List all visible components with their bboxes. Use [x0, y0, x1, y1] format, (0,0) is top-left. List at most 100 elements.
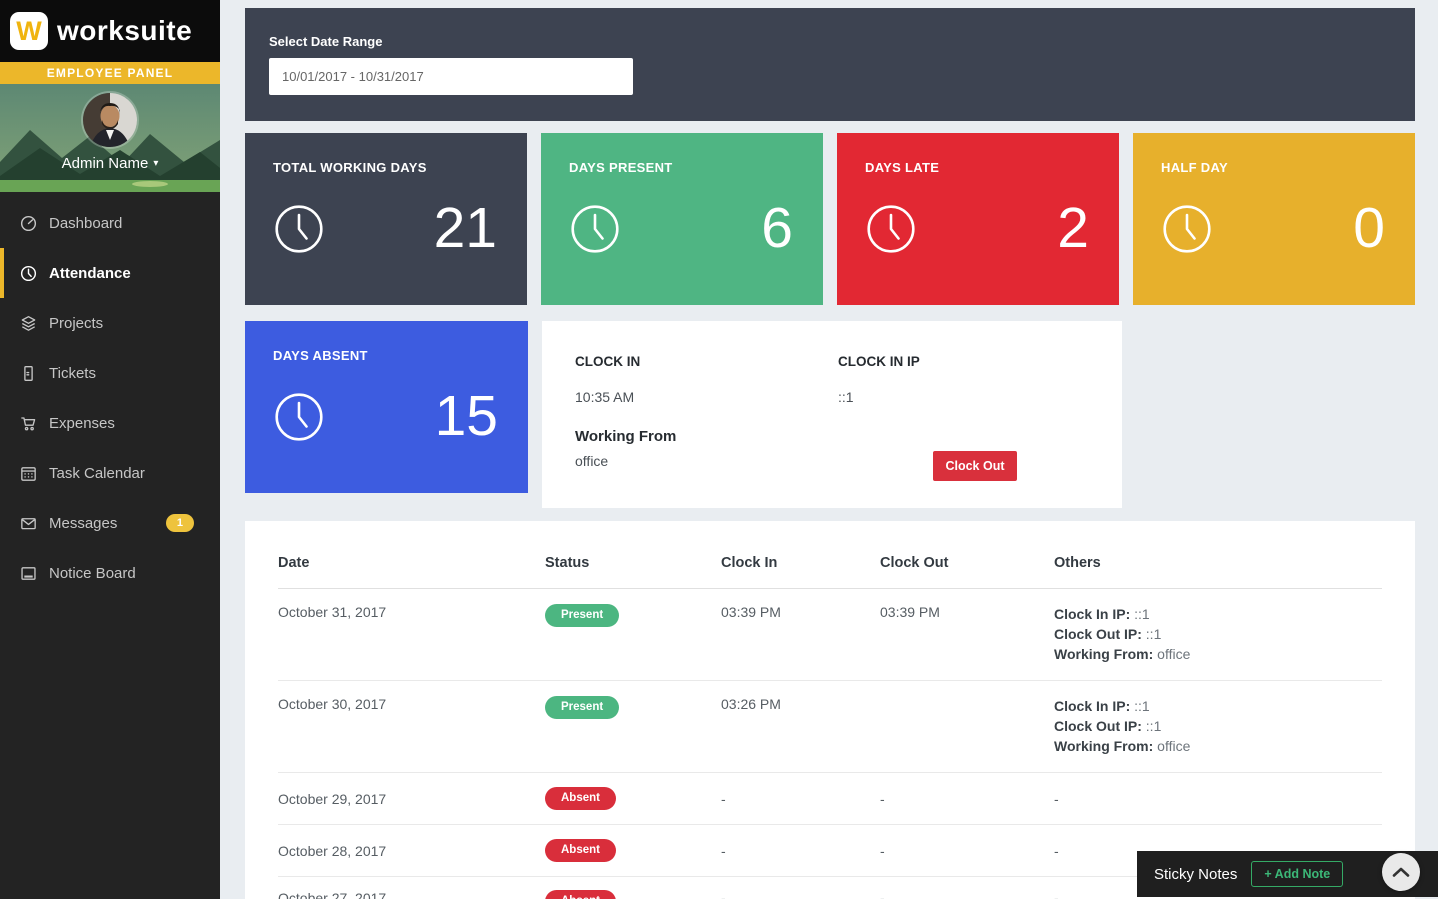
- clock-in-label: CLOCK IN: [575, 354, 640, 369]
- sidebar-item-label: Attendance: [49, 265, 131, 282]
- cell-clock-out: 03:39 PM: [880, 604, 1054, 620]
- col-others: Others: [1054, 555, 1382, 571]
- profile-header: Admin Name ▾: [0, 84, 220, 192]
- stat-value: 0: [1353, 200, 1385, 257]
- brand-name: worksuite: [57, 15, 192, 47]
- status-badge: Absent: [545, 787, 616, 810]
- sidebar-item-label: Projects: [49, 315, 103, 332]
- cell-date: October 28, 2017: [278, 843, 545, 859]
- status-badge: Absent: [545, 890, 616, 899]
- cell-date: October 27, 2017: [278, 890, 545, 899]
- cell-clock-in: 03:39 PM: [721, 604, 880, 620]
- cell-clock-in: -: [721, 843, 880, 859]
- stat-card-half-day: HALF DAY 0: [1133, 133, 1415, 305]
- stat-card-total-working-days: TOTAL WORKING DAYS 21: [245, 133, 527, 305]
- stat-value: 6: [761, 200, 793, 257]
- status-badge: Present: [545, 604, 619, 627]
- messages-envelope-icon: [19, 514, 38, 533]
- sidebar-menu: Dashboard Attendance Projects Tickets Ex…: [0, 192, 220, 598]
- date-range-input[interactable]: [269, 58, 633, 95]
- sidebar-item-notice-board[interactable]: Notice Board: [0, 548, 220, 598]
- working-from-value: office: [575, 453, 608, 469]
- clock-icon: [1161, 203, 1213, 255]
- stat-card-days-present: DAYS PRESENT 6: [541, 133, 823, 305]
- sidebar-item-label: Dashboard: [49, 215, 122, 232]
- user-menu[interactable]: Admin Name ▾: [0, 155, 220, 172]
- sidebar-item-dashboard[interactable]: Dashboard: [0, 198, 220, 248]
- unread-count-badge: 1: [166, 514, 194, 532]
- sidebar-item-messages[interactable]: Messages 1: [0, 498, 220, 548]
- sidebar-item-projects[interactable]: Projects: [0, 298, 220, 348]
- table-row: October 30, 2017 Present 03:26 PM Clock …: [278, 681, 1382, 773]
- add-note-button[interactable]: + Add Note: [1251, 861, 1343, 887]
- stat-card-days-absent: DAYS ABSENT 15: [245, 321, 528, 493]
- clock-in-ip-label: CLOCK IN IP: [838, 354, 920, 369]
- table-header: Date Status Clock In Clock Out Others: [278, 521, 1382, 589]
- cell-others: -: [1054, 791, 1382, 807]
- clock-icon: [569, 203, 621, 255]
- second-row: DAYS ABSENT 15 CLOCK IN CLOCK IN IP 10:3…: [245, 321, 1415, 508]
- cell-others: Clock In IP: ::1Clock Out IP: ::1Working…: [1054, 604, 1382, 664]
- sidebar-item-label: Messages: [49, 515, 117, 532]
- col-status: Status: [545, 555, 721, 571]
- user-name-label: Admin Name: [62, 155, 149, 172]
- stat-label: DAYS ABSENT: [273, 348, 498, 363]
- clock-in-panel: CLOCK IN CLOCK IN IP 10:35 AM ::1 Workin…: [542, 321, 1122, 508]
- cell-clock-out: -: [880, 890, 1054, 899]
- cell-status: Present: [545, 604, 721, 627]
- cell-clock-out: -: [880, 791, 1054, 807]
- attendance-clock-icon: [19, 264, 38, 283]
- clock-out-button[interactable]: Clock Out: [933, 451, 1017, 481]
- stat-cards-row: TOTAL WORKING DAYS 21 DAYS PRESENT: [245, 133, 1415, 305]
- sidebar-item-tickets[interactable]: Tickets: [0, 348, 220, 398]
- dashboard-gauge-icon: [19, 214, 38, 233]
- stat-label: HALF DAY: [1161, 160, 1385, 175]
- main-content: Select Date Range TOTAL WORKING DAYS 21 …: [220, 0, 1438, 899]
- sidebar-item-expenses[interactable]: Expenses: [0, 398, 220, 448]
- clock-icon: [273, 203, 325, 255]
- chevron-up-icon: [1392, 866, 1410, 878]
- avatar[interactable]: [83, 93, 137, 147]
- stat-value: 2: [1057, 200, 1089, 257]
- app-logo[interactable]: W worksuite: [0, 0, 220, 62]
- stat-label: TOTAL WORKING DAYS: [273, 160, 497, 175]
- date-range-label: Select Date Range: [269, 34, 1391, 49]
- col-clock-in: Clock In: [721, 555, 880, 571]
- date-range-panel: Select Date Range: [245, 8, 1415, 121]
- sidebar-item-attendance[interactable]: Attendance: [0, 248, 220, 298]
- scroll-to-top-button[interactable]: [1382, 853, 1420, 891]
- cell-clock-in: -: [721, 890, 880, 899]
- clock-in-value: 10:35 AM: [575, 389, 634, 405]
- cell-status: Present: [545, 696, 721, 719]
- cell-others: Clock In IP: ::1Clock Out IP: ::1Working…: [1054, 696, 1382, 756]
- notice-board-icon: [19, 564, 38, 583]
- stat-value: 21: [434, 200, 497, 257]
- sidebar-item-label: Tickets: [49, 365, 96, 382]
- col-date: Date: [278, 555, 545, 571]
- cell-date: October 29, 2017: [278, 791, 545, 807]
- clock-icon: [273, 391, 325, 443]
- cell-date: October 31, 2017: [278, 604, 545, 620]
- working-from-label: Working From: [575, 428, 676, 445]
- col-clock-out: Clock Out: [880, 555, 1054, 571]
- employee-panel-label: EMPLOYEE PANEL: [0, 62, 220, 84]
- cell-status: Absent: [545, 839, 721, 862]
- sidebar-item-task-calendar[interactable]: Task Calendar: [0, 448, 220, 498]
- stat-value: 15: [435, 388, 498, 445]
- expenses-cart-icon: [19, 414, 38, 433]
- cell-clock-out: -: [880, 843, 1054, 859]
- status-badge: Present: [545, 696, 619, 719]
- logo-w-icon: W: [10, 12, 48, 50]
- stat-label: DAYS LATE: [865, 160, 1089, 175]
- sticky-notes-title: Sticky Notes: [1154, 866, 1237, 883]
- attendance-table: Date Status Clock In Clock Out Others Oc…: [245, 521, 1415, 899]
- sidebar-item-label: Expenses: [49, 415, 115, 432]
- days-absent-slot: DAYS ABSENT 15: [245, 321, 528, 508]
- cell-date: October 30, 2017: [278, 696, 545, 712]
- caret-down-icon: ▾: [153, 158, 158, 169]
- cell-status: Absent: [545, 787, 721, 810]
- sidebar-item-label: Notice Board: [49, 565, 136, 582]
- sidebar-item-label: Task Calendar: [49, 465, 145, 482]
- cell-status: Absent: [545, 890, 721, 899]
- table-row: October 31, 2017 Present 03:39 PM 03:39 …: [278, 589, 1382, 681]
